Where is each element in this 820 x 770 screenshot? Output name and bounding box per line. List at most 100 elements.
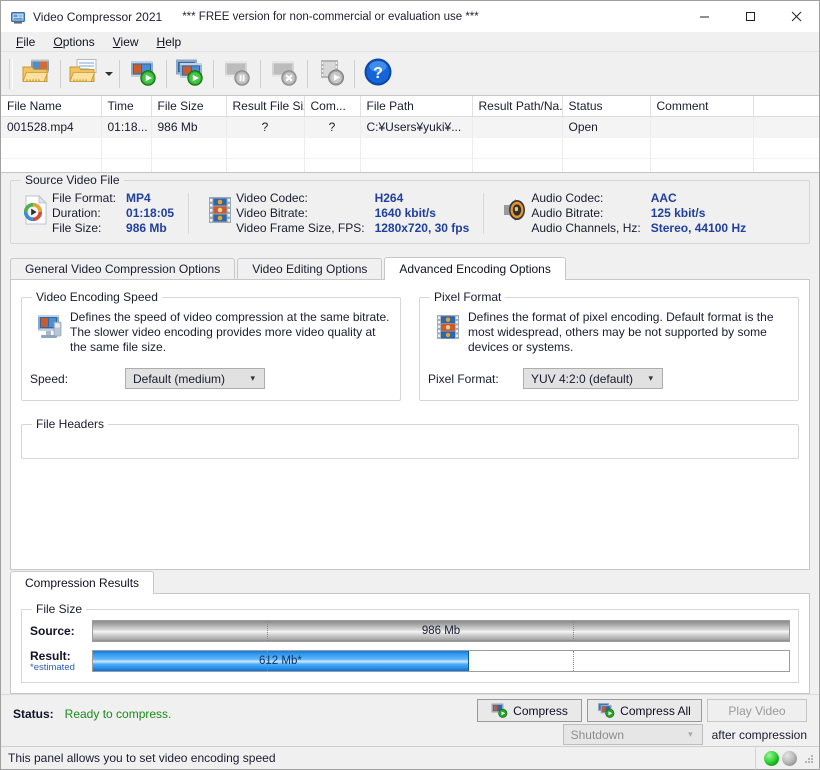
pixel-format-select[interactable]: YUV 4:2:0 (default) ▾ (523, 368, 663, 389)
tick-mark (573, 621, 575, 641)
after-compression-row: Shutdown ▾ after compression (562, 724, 807, 745)
advanced-options-columns: Video Encoding Speed Defines the speed o… (21, 290, 799, 401)
close-button[interactable] (773, 1, 819, 32)
add-video-files-button[interactable] (18, 56, 56, 92)
chevron-down-icon: ▾ (688, 729, 693, 739)
cell-time: 01:18... (101, 116, 152, 138)
window-title: Video Compressor 2021 (33, 9, 163, 24)
cell-status: Open (562, 116, 651, 138)
help-question-icon: ? (363, 57, 393, 90)
result-size-value: 612 Mb* (258, 655, 302, 667)
menu-item-view[interactable]: View (104, 33, 148, 51)
table-row-empty[interactable] (1, 137, 819, 159)
cell-empty (304, 158, 361, 172)
source-video-table: Video Codec: H264 Video Bitrate: 1640 kb… (236, 191, 469, 236)
tab-advanced-encoding-options[interactable]: Advanced Encoding Options (384, 257, 566, 280)
cell-comment (650, 116, 754, 138)
cell-empty (562, 158, 651, 172)
audio-bitrate-value: 125 kbit/s (650, 206, 706, 220)
table-row-empty[interactable] (1, 158, 819, 172)
pixel-format-description-row: Defines the format of pixel encoding. De… (428, 310, 790, 355)
status-label: Status: (13, 707, 54, 721)
video-bitrate-value: 1640 kbit/s (374, 206, 436, 220)
column-header-status[interactable]: Status (562, 96, 651, 117)
source-duration-label: Duration: (52, 206, 101, 220)
minimize-button[interactable] (681, 1, 727, 32)
source-file-size-value: 986 Mb (126, 221, 167, 235)
application-window: Video Compressor 2021 *** FREE version f… (0, 0, 820, 770)
green-lamp-icon (764, 751, 779, 766)
toolbar-separator (213, 59, 214, 88)
column-header-extra[interactable] (753, 96, 819, 117)
action-bar: Status: Ready to compress. Compress Comp… (1, 694, 819, 746)
menu-item-options[interactable]: Options (44, 33, 103, 51)
column-header-com[interactable]: Com... (304, 96, 361, 117)
toolbar-separator (166, 59, 167, 88)
toolbar-pause-button[interactable] (218, 56, 256, 92)
source-size-track: 986 Mb (92, 620, 790, 642)
source-file-format-label: File Format: (52, 191, 117, 205)
resize-grip-icon[interactable] (803, 753, 815, 765)
maximize-button[interactable] (727, 1, 773, 32)
column-header-comment[interactable]: Comment (650, 96, 754, 117)
video-codec-label: Video Codec: (236, 191, 308, 205)
source-file-row: Duration: 01:18:05 (52, 206, 174, 221)
column-header-result-file-size[interactable]: Result File Size (226, 96, 305, 117)
toolbar-compress-all-button[interactable] (171, 56, 209, 92)
pixel-format-label: Pixel Format: (428, 371, 499, 386)
source-video-row: File Format: MP4 Duration: 01:18:05 File… (19, 191, 801, 236)
column-header-file-size[interactable]: File Size (151, 96, 227, 117)
chevron-down-icon[interactable] (103, 56, 115, 92)
column-header-result-path[interactable]: Result Path/Na... (472, 96, 563, 117)
audio-codec-value: AAC (650, 191, 677, 205)
file-list[interactable]: File Name Time File Size Result File Siz… (1, 96, 819, 173)
tab-video-editing-options[interactable]: Video Editing Options (237, 258, 383, 279)
pixel-format-select-value: YUV 4:2:0 (default) (531, 371, 634, 386)
main-panel: Source Video File File Format: MP4 Durat… (1, 173, 819, 570)
media-player-file-icon (19, 191, 52, 225)
toolbar-grip[interactable] (9, 58, 13, 89)
column-header-time[interactable]: Time (101, 96, 152, 117)
column-header-file-name[interactable]: File Name (1, 96, 102, 117)
play-video-button[interactable]: Play Video (707, 699, 807, 722)
open-folder-dropdown-icon (69, 58, 99, 89)
file-headers-value[interactable] (30, 433, 790, 459)
tab-compression-results[interactable]: Compression Results (10, 571, 155, 594)
file-size-legend: File Size (36, 602, 83, 616)
menu-item-help[interactable]: Help (148, 33, 191, 51)
tick-mark (573, 651, 575, 671)
table-row[interactable]: 001528.mp4 01:18... 986 Mb ? ? C:¥Users¥… (1, 116, 819, 138)
pixel-format-group: Pixel Format Defines the format of pixel… (419, 290, 799, 401)
source-file-size-label: File Size: (52, 221, 102, 235)
divider (483, 193, 485, 234)
after-compression-select[interactable]: Shutdown ▾ (562, 724, 703, 745)
toolbar-help-button[interactable]: ? (359, 56, 397, 92)
toolbar-stop-button[interactable] (265, 56, 303, 92)
cell-empty (650, 137, 754, 159)
video-frame-size-label: Video Frame Size, FPS: (236, 221, 365, 235)
action-buttons: Compress Compress All Play Video (477, 699, 807, 722)
file-size-group: File Size Source: 986 Mb Result: *estima… (21, 602, 799, 683)
tab-general-video-compression-options[interactable]: General Video Compression Options (10, 258, 236, 279)
compress-all-button[interactable]: Compress All (587, 699, 702, 722)
cell-empty (226, 158, 305, 172)
toolbar-compress-button[interactable] (124, 56, 162, 92)
speed-select[interactable]: Default (medium) ▾ (125, 368, 265, 389)
source-audio-row: Audio Codec: AAC (531, 191, 746, 206)
column-header-file-path[interactable]: File Path (360, 96, 473, 117)
after-compression-suffix: after compression (711, 727, 807, 742)
cell-empty (472, 137, 563, 159)
cell-file-name: 001528.mp4 (1, 116, 102, 138)
source-video-file-legend: Source Video File (25, 173, 120, 187)
play-video-button-label: Play Video (728, 703, 786, 718)
toolbar-play-video-button[interactable] (312, 56, 350, 92)
result-size-fill: 612 Mb* (93, 651, 469, 671)
after-compression-value: Shutdown (570, 727, 624, 742)
title-bar: Video Compressor 2021 *** FREE version f… (1, 1, 819, 32)
compress-button-label: Compress (513, 703, 568, 718)
compress-button[interactable]: Compress (477, 699, 582, 722)
speed-label: Speed: (30, 371, 69, 386)
add-video-folder-button[interactable] (65, 56, 103, 92)
menu-item-file[interactable]: File (7, 33, 44, 51)
compress-all-play-icon (598, 703, 615, 718)
